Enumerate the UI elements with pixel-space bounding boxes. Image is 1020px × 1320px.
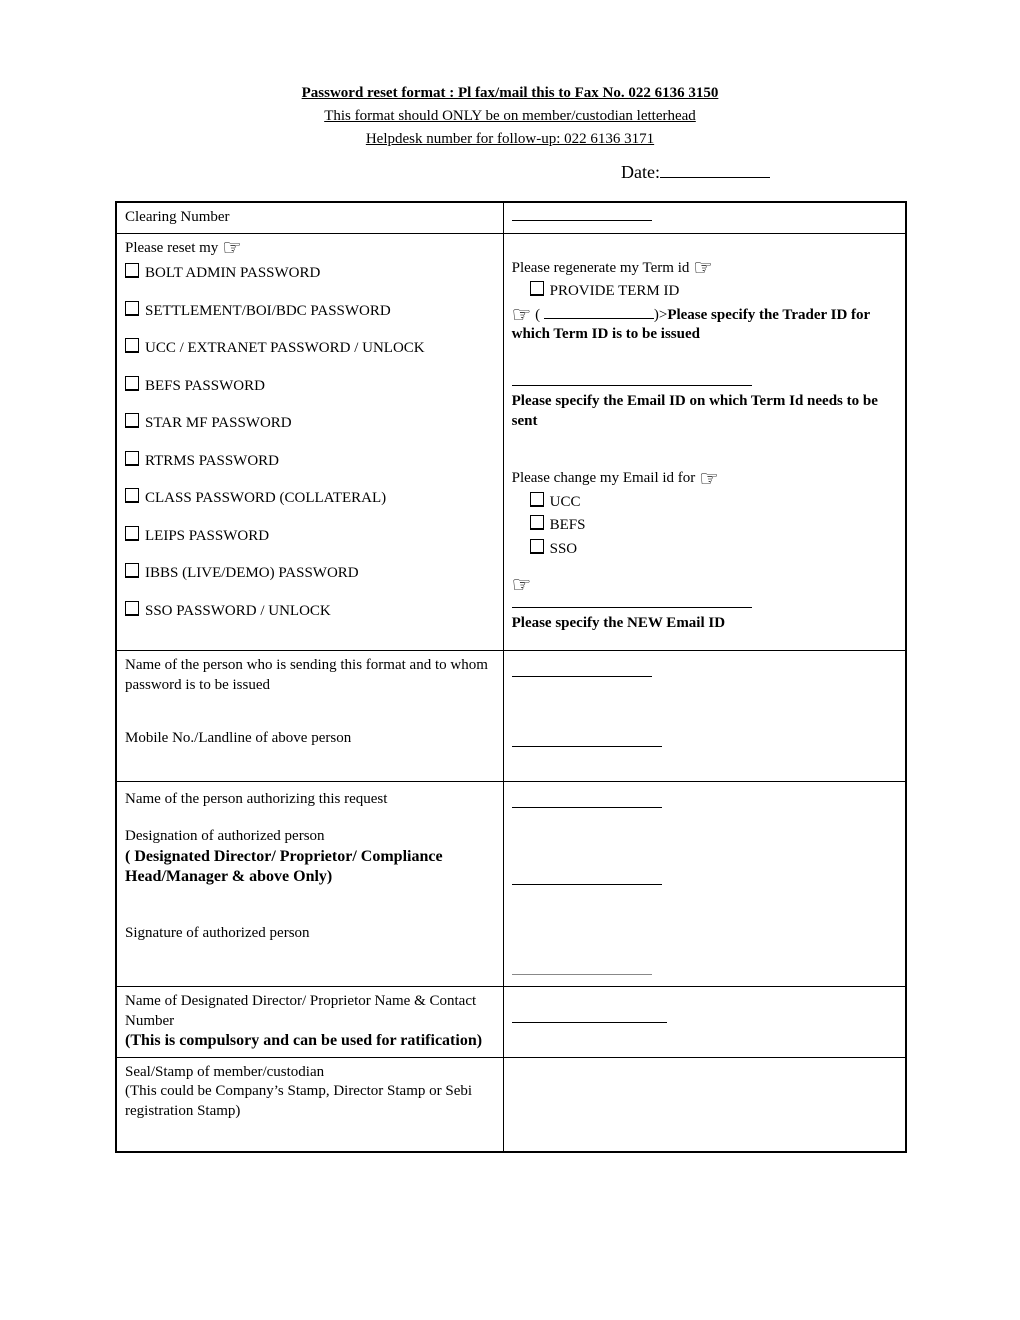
- checkbox-provide-term[interactable]: [530, 281, 544, 296]
- checkbox-ibbs[interactable]: [125, 563, 139, 578]
- page-title: Password reset format : Pl fax/mail this…: [302, 85, 719, 101]
- email-opt-label: SSO: [550, 541, 578, 557]
- checkbox-befs[interactable]: [125, 376, 139, 391]
- signature-blank: [512, 974, 652, 975]
- email-opt-label: BEFS: [550, 517, 586, 533]
- date-label: Date:: [621, 162, 660, 182]
- mobile-blank: [512, 746, 662, 747]
- new-email-label: Please specify the NEW Email ID: [512, 614, 897, 634]
- reset-intro: Please reset my: [125, 240, 222, 256]
- row-seal: Seal/Stamp of member/custodian (This cou…: [117, 1057, 906, 1152]
- opt-label: LEIPS PASSWORD: [145, 528, 269, 544]
- checkbox-rtrms[interactable]: [125, 451, 139, 466]
- date-line: Date:: [115, 162, 905, 183]
- provide-term-label: PROVIDE TERM ID: [550, 283, 680, 299]
- row-sender: Name of the person who is sending this f…: [117, 651, 906, 782]
- form-table: Clearing Number Please reset my ☞ BOLT A…: [116, 202, 906, 1152]
- row-director: Name of Designated Director/ Proprietor …: [117, 987, 906, 1058]
- page-title-line: Password reset format : Pl fax/mail this…: [115, 85, 905, 102]
- cell-clearing-value: [503, 203, 905, 234]
- opt-label: SSO PASSWORD / UNLOCK: [145, 603, 331, 619]
- row-options: Please reset my ☞ BOLT ADMIN PASSWORD SE…: [117, 233, 906, 651]
- row-clearing: Clearing Number: [117, 203, 906, 234]
- new-email-blank: [512, 607, 752, 608]
- sender-blank: [512, 676, 652, 677]
- opt-label: UCC / EXTRANET PASSWORD / UNLOCK: [145, 340, 425, 356]
- designation-label: Designation of authorized person: [125, 827, 495, 847]
- checkbox-class[interactable]: [125, 488, 139, 503]
- checkbox-settlement[interactable]: [125, 301, 139, 316]
- checkbox-bolt-admin[interactable]: [125, 263, 139, 278]
- opt-label: SETTLEMENT/BOI/BDC PASSWORD: [145, 303, 391, 319]
- date-blank: [660, 177, 770, 178]
- opt-label: BEFS PASSWORD: [145, 378, 265, 394]
- opt-label: IBBS (LIVE/DEMO) PASSWORD: [145, 565, 359, 581]
- designation-note: ( Designated Director/ Proprietor/ Compl…: [125, 847, 495, 889]
- sender-label: Name of the person who is sending this f…: [125, 657, 488, 693]
- cell-clearing-label: Clearing Number: [117, 203, 504, 234]
- seal-label: Seal/Stamp of member/custodian: [125, 1063, 495, 1083]
- checkbox-email-befs[interactable]: [530, 515, 544, 530]
- auth-name-blank: [512, 807, 662, 808]
- signature-label: Signature of authorized person: [125, 924, 495, 944]
- opt-label: RTRMS PASSWORD: [145, 453, 279, 469]
- specify-email: Please specify the Email ID on which Ter…: [512, 392, 897, 431]
- checkbox-email-ucc[interactable]: [530, 492, 544, 507]
- director-blank: [512, 1022, 667, 1023]
- email-blank: [512, 385, 752, 386]
- checkbox-ucc-extranet[interactable]: [125, 338, 139, 353]
- opt-label: BOLT ADMIN PASSWORD: [145, 265, 320, 281]
- director-note: (This is compulsory and can be used for …: [125, 1031, 495, 1052]
- subtitle-1: This format should ONLY be on member/cus…: [115, 108, 905, 125]
- change-email-label: Please change my Email id for: [512, 470, 699, 486]
- clearing-blank: [512, 220, 652, 221]
- checkbox-sso[interactable]: [125, 601, 139, 616]
- page-container: Password reset format : Pl fax/mail this…: [0, 0, 1020, 1193]
- opt-label: CLASS PASSWORD (COLLATERAL): [145, 490, 386, 506]
- designation-blank: [512, 884, 662, 885]
- subtitle-2: Helpdesk number for follow-up: 022 6136 …: [115, 131, 905, 148]
- email-opt-label: UCC: [550, 494, 581, 510]
- seal-note: (This could be Company’s Stamp, Director…: [125, 1082, 495, 1121]
- checkbox-star-mf[interactable]: [125, 413, 139, 428]
- mobile-label: Mobile No./Landline of above person: [125, 730, 351, 746]
- director-label: Name of Designated Director/ Proprietor …: [125, 992, 495, 1031]
- cell-reset-options: Please reset my ☞ BOLT ADMIN PASSWORD SE…: [117, 233, 504, 651]
- checkbox-email-sso[interactable]: [530, 539, 544, 554]
- cell-right-options: Please regenerate my Term id ☞ PROVIDE T…: [503, 233, 905, 651]
- opt-label: STAR MF PASSWORD: [145, 415, 292, 431]
- trader-id-blank: [544, 318, 654, 319]
- row-auth: Name of the person authorizing this requ…: [117, 781, 906, 987]
- specify-trader: Please specify the Trader ID for which T…: [512, 307, 870, 343]
- checkbox-leips[interactable]: [125, 526, 139, 541]
- auth-name-label: Name of the person authorizing this requ…: [125, 790, 495, 810]
- regen-label: Please regenerate my Term id: [512, 260, 694, 276]
- form-outer-border: Clearing Number Please reset my ☞ BOLT A…: [115, 201, 907, 1153]
